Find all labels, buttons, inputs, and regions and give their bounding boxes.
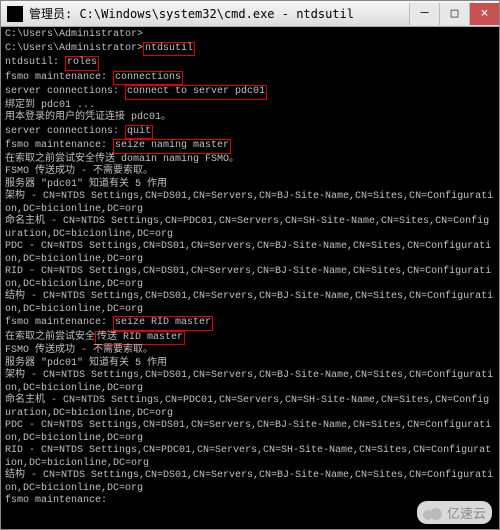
term-line: ntdsutil: roles (5, 57, 99, 68)
watermark: 亿速云 (417, 501, 492, 524)
minimize-button[interactable]: ─ (409, 3, 439, 25)
term-line: 命名主机 - CN=NTDS Settings,CN=PDC01,CN=Serv… (5, 395, 489, 419)
term-line: 绑定到 pdc01 ... (5, 100, 95, 111)
term-line: 命名主机 - CN=NTDS Settings,CN=PDC01,CN=Serv… (5, 216, 489, 240)
hl-seize-rid: seize RID master (113, 316, 213, 331)
term-line: fsmo maintenance: connections (5, 72, 183, 83)
term-line: 架构 - CN=NTDS Settings,CN=DS01,CN=Servers… (5, 370, 493, 394)
term-line: PDC - CN=NTDS Settings,CN=DS01,CN=Server… (5, 241, 491, 265)
term-line: 用本登录的用户的凭证连接 pdc01。 (5, 112, 171, 123)
term-line: RID - CN=NTDS Settings,CN=DS01,CN=Server… (5, 266, 491, 290)
cmd-icon (7, 6, 23, 22)
titlebar[interactable]: 管理员: C:\Windows\system32\cmd.exe - ntdsu… (1, 1, 499, 27)
maximize-button[interactable]: □ (439, 3, 469, 25)
cloud-icon (423, 506, 443, 520)
term-line: RID - CN=NTDS Settings,CN=PDC01,CN=Serve… (5, 445, 491, 469)
term-line: server connections: connect to server pd… (5, 86, 267, 97)
term-line: PDC - CN=NTDS Settings,CN=DS01,CN=Server… (5, 420, 491, 444)
hl-roles: roles (65, 56, 99, 71)
term-line: FSMO 传送成功 - 不需要索取。 (5, 345, 153, 356)
term-line: fsmo maintenance: seize naming master (5, 140, 231, 151)
hl-connect-server: connect to server pdc01 (125, 85, 267, 100)
term-line: FSMO 传送成功 - 不需要索取。 (5, 166, 153, 177)
close-button[interactable]: × (469, 3, 499, 25)
window-title: 管理员: C:\Windows\system32\cmd.exe - ntdsu… (29, 5, 409, 22)
term-line: fsmo maintenance: (5, 495, 107, 506)
watermark-text: 亿速云 (447, 503, 486, 522)
term-line: 服务器 "pdc01" 知道有关 5 作用 (5, 179, 167, 190)
hl-transfer-rid: 传送 RID master (95, 331, 185, 346)
term-line: 结构 - CN=NTDS Settings,CN=DS01,CN=Servers… (5, 291, 493, 315)
window-controls: ─ □ × (409, 3, 499, 25)
term-line: 架构 - CN=NTDS Settings,CN=DS01,CN=Servers… (5, 191, 493, 215)
hl-quit: quit (125, 125, 153, 140)
terminal-output[interactable]: C:\Users\Administrator> C:\Users\Adminis… (1, 27, 499, 529)
term-line: 在索取之前尝试安全传送 RID master (5, 332, 185, 343)
term-line: fsmo maintenance: seize RID master (5, 317, 213, 328)
term-line: 在索取之前尝试安全传送 domain naming FSMO。 (5, 154, 239, 165)
term-line: C:\Users\Administrator>ntdsutil (5, 43, 195, 54)
hl-connections: connections (113, 71, 183, 86)
cmd-window: 管理员: C:\Windows\system32\cmd.exe - ntdsu… (0, 0, 500, 530)
term-line: server connections: quit (5, 126, 153, 137)
hl-ntdsutil: ntdsutil (143, 42, 195, 57)
term-line: 服务器 "pdc01" 知道有关 5 作用 (5, 358, 167, 369)
hl-seize-naming: seize naming master (113, 139, 231, 154)
term-line: 结构 - CN=NTDS Settings,CN=DS01,CN=Servers… (5, 470, 493, 494)
term-line: C:\Users\Administrator> (5, 29, 143, 40)
